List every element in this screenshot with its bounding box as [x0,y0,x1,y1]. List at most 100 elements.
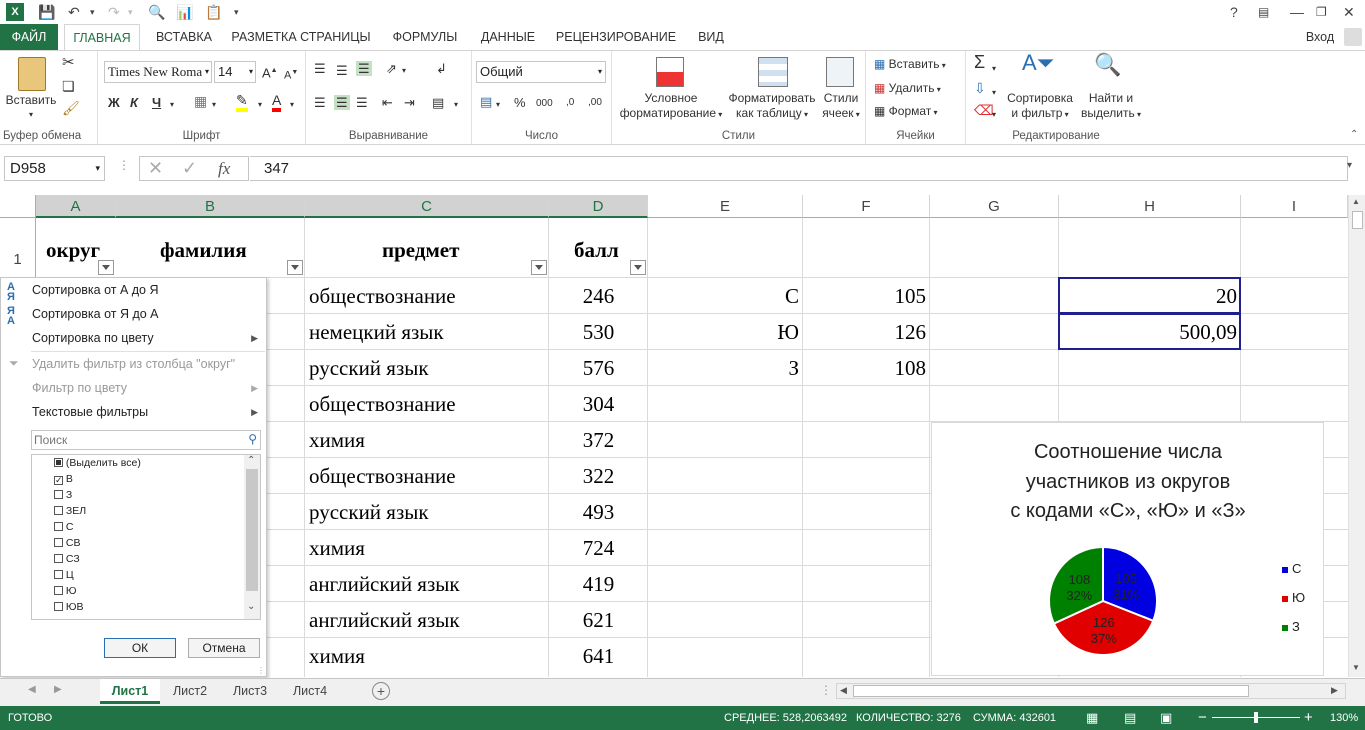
align-middle-icon[interactable]: ☰ [336,63,348,78]
column-header-g[interactable]: G [930,195,1059,218]
wrap-text-icon[interactable]: ↲ [436,61,447,76]
align-bottom-icon[interactable]: ☰ [356,61,372,76]
clear-icon[interactable]: ⌫ [974,103,994,118]
number-format-select[interactable]: Общий ▾ [476,61,606,83]
align-top-icon[interactable]: ☰ [314,61,326,76]
currency-icon[interactable]: ▤ [480,94,492,109]
ok-button[interactable]: ОК [104,638,176,658]
insert-cells-button[interactable]: ▦ Вставить ▾ [874,57,946,73]
checkbox-unchecked[interactable] [54,586,63,595]
next-sheet-icon[interactable]: ▶ [54,684,62,695]
decrease-indent-icon[interactable]: ⇤ [382,95,393,110]
list-item[interactable]: ЮВ [54,601,84,613]
currency-dropdown-icon[interactable]: ▾ [496,97,500,112]
list-item[interactable]: СЗ [54,553,80,565]
scroll-thumb[interactable] [853,685,1249,697]
align-right-icon[interactable]: ☰ [356,95,368,110]
fill-down-icon[interactable]: ⇩ [974,81,986,96]
font-color-icon[interactable]: A [272,93,282,112]
scroll-thumb[interactable] [1352,211,1363,229]
shrink-font-icon[interactable]: A▼ [284,65,298,84]
paste-button[interactable]: Вставить [4,93,58,108]
list-item[interactable]: З [54,489,72,501]
list-item[interactable]: Ц [54,569,74,581]
scroll-thumb[interactable] [246,469,258,591]
list-item[interactable]: (Выделить все) [54,457,141,469]
cell-district-count[interactable]: 105 [803,278,927,314]
column-header-c[interactable]: C [305,195,549,218]
paste-dropdown-icon[interactable]: ▾ [24,107,38,122]
minimize-icon[interactable]: — [1290,3,1304,21]
insert-function-icon[interactable]: fx [218,157,230,180]
cell-subject[interactable]: английский язык [309,566,460,602]
cell-subject[interactable]: немецкий язык [309,314,444,350]
cancel-entry-icon[interactable]: ✕ [148,157,163,180]
filter-search-box[interactable]: ⚲ [31,430,261,450]
help-icon[interactable]: ? [1230,3,1238,21]
checkbox-unchecked[interactable] [54,506,63,515]
autosum-dropdown-icon[interactable]: ▾ [992,61,996,76]
fill-dropdown-icon[interactable]: ▾ [258,97,262,112]
formula-input[interactable]: 347 [250,156,1348,181]
list-item[interactable]: ЗЕЛ [54,505,86,517]
zoom-level[interactable]: 130% [1330,706,1358,730]
format-painter-icon[interactable]: 🖌 [62,101,80,116]
cell-score[interactable]: 530 [549,314,648,350]
close-icon[interactable]: ✕ [1343,3,1355,21]
filter-button-a[interactable] [98,260,114,275]
tab-data[interactable]: ДАННЫЕ [474,24,542,50]
header-cell-okrug[interactable]: округ [46,232,100,268]
form-icon[interactable]: 📋 [205,3,222,21]
sheet-tab[interactable]: Лист1 [100,679,160,704]
filter-button-c[interactable] [531,260,547,275]
find-select-button[interactable]: Найти и выделить ▾ [1078,91,1144,122]
scroll-down-icon[interactable]: ▼ [1352,663,1360,672]
list-item[interactable]: С [54,521,74,533]
decrease-decimal-icon[interactable]: ,00 [588,95,602,110]
sheet-tab[interactable]: Лист3 [222,679,278,704]
scroll-left-icon[interactable]: ◀ [840,685,847,696]
cell-subject[interactable]: обществознание [309,458,456,494]
cell-score[interactable]: 493 [549,494,648,530]
font-color-dropdown-icon[interactable]: ▾ [290,97,294,112]
collapse-ribbon-icon[interactable]: ⌃ [1350,129,1358,140]
filter-button-d[interactable] [630,260,646,275]
redo-dropdown-icon[interactable]: ▾ [128,3,133,21]
redo-icon[interactable]: ↷ [108,3,120,21]
tab-insert[interactable]: ВСТАВКА [150,24,218,50]
column-header-b[interactable]: B [116,195,305,218]
zoom-slider-thumb[interactable] [1254,712,1258,723]
zoom-out-icon[interactable]: − [1198,706,1207,730]
merge-cells-icon[interactable]: ▤ [432,95,444,110]
ribbon-display-icon[interactable]: ▤ [1258,3,1269,21]
resize-grip-icon[interactable]: ⋮ [257,666,265,675]
bold-button[interactable]: Ж [108,95,120,110]
checkbox-unchecked[interactable] [54,570,63,579]
cell-subject[interactable]: русский язык [309,350,429,386]
name-box[interactable]: D958 ▾ [4,156,105,181]
cell-score[interactable]: 641 [549,638,648,674]
align-left-icon[interactable]: ☰ [314,95,326,110]
format-cells-button[interactable]: ▦ Формат ▾ [874,104,938,120]
text-filters-item[interactable]: Текстовые фильтры [32,404,148,420]
column-header-a[interactable]: A [36,195,116,218]
tab-file[interactable]: ФАЙЛ [0,24,58,50]
sort-a-z-item[interactable]: Сортировка от А до Я [32,282,159,298]
format-as-table-button[interactable]: Форматировать как таблицу ▾ [724,91,820,122]
orientation-icon[interactable]: ⇗ [386,61,397,76]
autosum-icon[interactable]: Σ [974,53,985,71]
print-preview-icon[interactable]: 🔍 [148,3,165,21]
cell-subject[interactable]: английский язык [309,602,460,638]
font-size-select[interactable]: 14 ▾ [214,61,256,83]
cell-styles-button[interactable]: Стили ячеек ▾ [816,91,866,122]
cut-icon[interactable]: ✂ [62,55,75,70]
column-header-i[interactable]: I [1241,195,1348,218]
checkbox-unchecked[interactable] [54,538,63,547]
list-item[interactable]: ✓ В [54,473,73,485]
sort-z-a-item[interactable]: Сортировка от Я до А [32,306,159,322]
cell-score[interactable]: 576 [549,350,648,386]
cell-district-count[interactable]: 126 [803,314,927,350]
header-cell-predmet[interactable]: предмет [382,232,459,268]
scroll-right-icon[interactable]: ▶ [1331,685,1338,696]
increase-decimal-icon[interactable]: ,0 [566,95,574,110]
